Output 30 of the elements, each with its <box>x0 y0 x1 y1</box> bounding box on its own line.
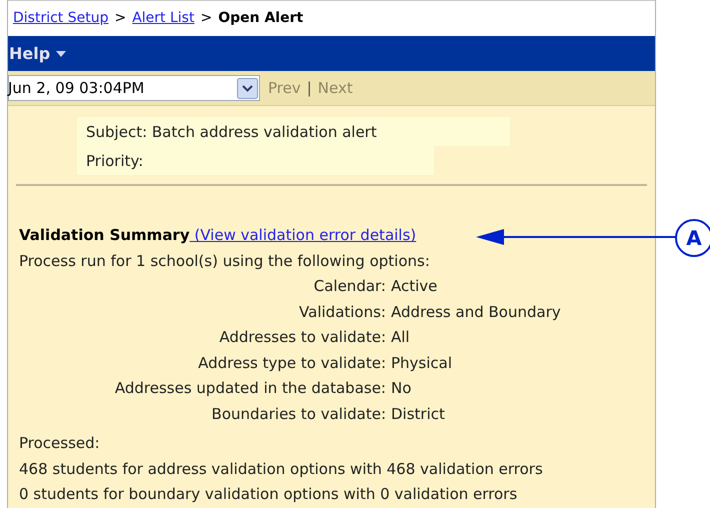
summary-intro: Process run for 1 school(s) using the following options: <box>19 250 431 272</box>
option-value: All <box>391 327 411 348</box>
alert-priority: Priority: <box>86 150 144 172</box>
processed-line: 0 students for boundary validation options with 0 validation errors <box>19 484 518 506</box>
breadcrumb-link[interactable]: Alert List <box>132 8 194 30</box>
caret-icon <box>56 50 66 57</box>
breadcrumb-separator: > <box>114 9 126 28</box>
breadcrumb-current: Open Alert <box>218 9 304 28</box>
summary-title: Validation Summary <box>19 225 190 246</box>
help-menu[interactable]: Help <box>9 42 66 66</box>
details-link[interactable]: (View validation error details) <box>190 223 416 249</box>
processed-line: 468 students for address validation options with 468 validation errors <box>19 458 544 480</box>
processed-heading: Processed: <box>19 433 101 454</box>
breadcrumb-separator: > <box>200 9 212 28</box>
alert-subject: Subject: Batch address validation alert <box>86 122 377 143</box>
date-dropdown[interactable]: Jun 2, 09 03:04PM <box>8 75 260 102</box>
option-value: No <box>391 378 412 400</box>
option-label: Validations: <box>298 302 386 323</box>
breadcrumb-link[interactable]: District Setup <box>13 8 108 30</box>
option-value: Physical <box>391 352 454 374</box>
callout-badge: A <box>675 219 710 257</box>
option-label: Addresses updated in the database: <box>114 378 386 400</box>
option-label: Boundaries to validate: <box>210 404 386 425</box>
separator: | <box>306 78 312 99</box>
option-label: Address type to validate: <box>197 352 386 374</box>
option-value: District <box>391 404 446 425</box>
option-label: Calendar: <box>312 276 386 298</box>
option-value: Address and Boundary <box>391 302 562 323</box>
option-value: Active <box>391 276 438 298</box>
option-label: Addresses to validate: <box>218 327 386 348</box>
